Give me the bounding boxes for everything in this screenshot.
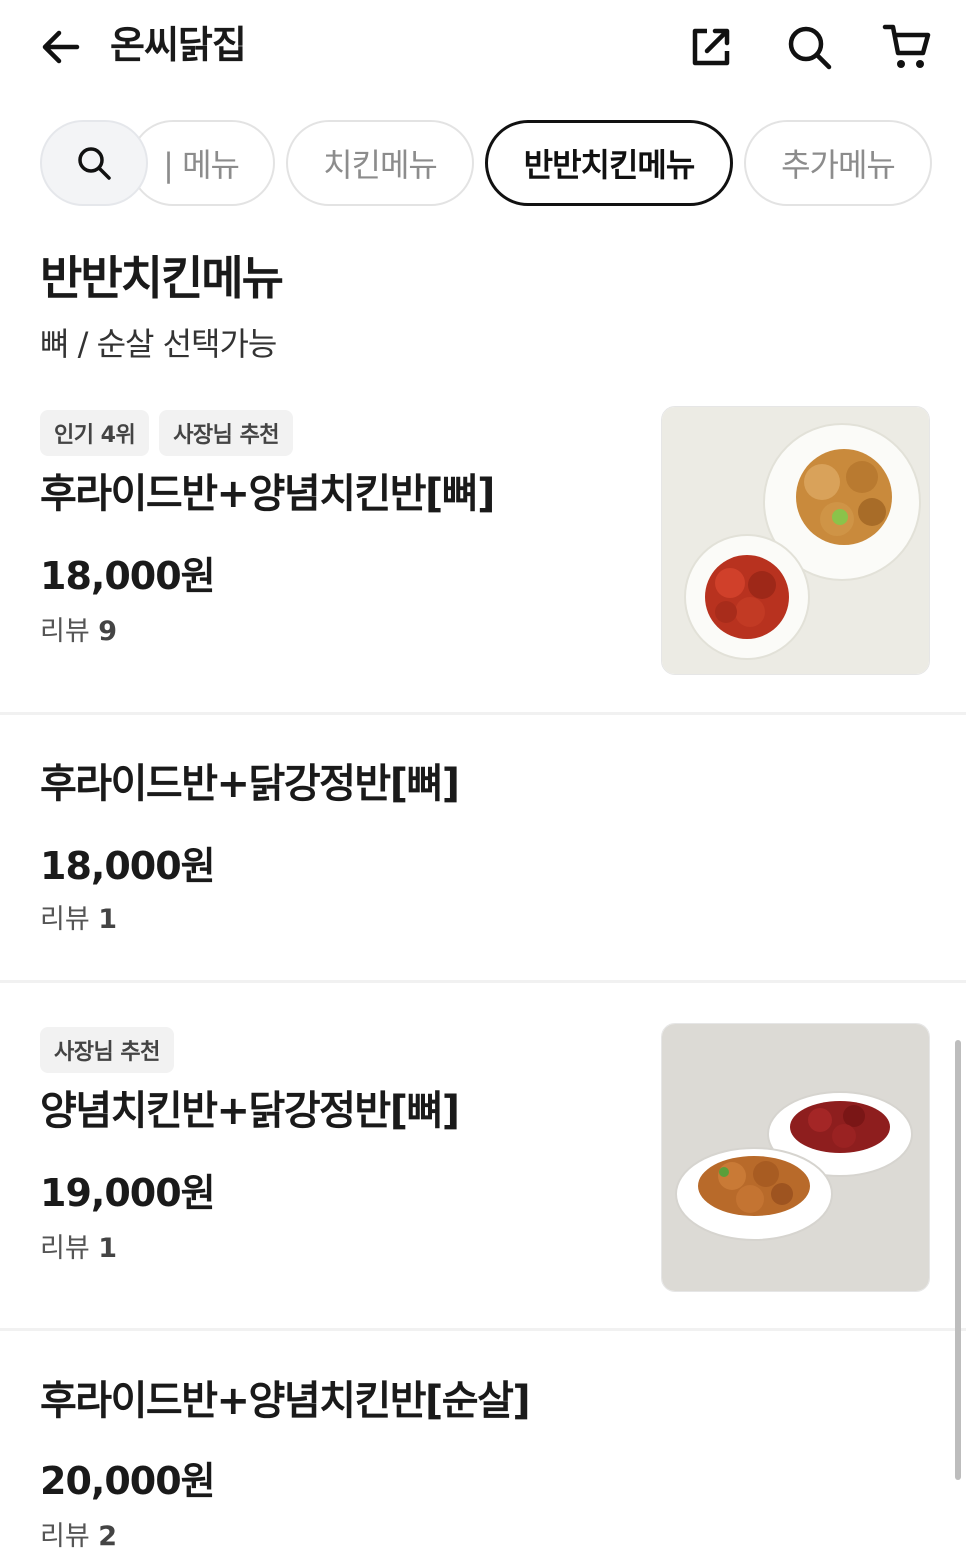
menu-item-photo bbox=[661, 406, 930, 675]
search-icon bbox=[788, 26, 832, 70]
menu-item[interactable]: 사장님 추천 양념치킨반+닭강정반[뼈] 19,000원 리뷰 1 bbox=[0, 983, 966, 1328]
cart-icon bbox=[882, 24, 931, 68]
menu-item-review: 리뷰 2 bbox=[40, 1517, 117, 1557]
review-label: 리뷰 bbox=[40, 1233, 90, 1264]
menu-item-name: 후라이드반+양념치킨반[뼈] bbox=[40, 471, 495, 517]
menu-item-review: 리뷰 1 bbox=[40, 1229, 117, 1269]
review-count: 2 bbox=[98, 1521, 118, 1552]
section-description: 뼈 / 순살 선택가능 bbox=[40, 325, 277, 363]
chip-chicken-menu[interactable]: 치킨메뉴 bbox=[286, 120, 474, 206]
menu-item[interactable]: 후라이드반+양념치킨반[순살] 20,000원 리뷰 2 bbox=[0, 1331, 966, 1563]
search-icon bbox=[78, 147, 111, 180]
menu-item-name: 양념치킨반+닭강정반[뼈] bbox=[40, 1088, 460, 1134]
menu-item-name: 후라이드반+닭강정반[뼈] bbox=[40, 761, 460, 807]
owner-recommend-badge: 사장님 추천 bbox=[159, 410, 294, 456]
chip-menu-partial[interactable]: | 메뉴 bbox=[130, 120, 275, 206]
owner-recommend-badge: 사장님 추천 bbox=[40, 1027, 174, 1073]
menu-item-price: 18,000원 bbox=[40, 554, 216, 598]
chip-search-button[interactable] bbox=[40, 120, 148, 206]
scrollbar[interactable] bbox=[955, 1040, 961, 1480]
chip-half-half-menu[interactable]: 반반치킨메뉴 bbox=[485, 120, 733, 206]
review-count: 9 bbox=[98, 616, 118, 647]
menu-item-name: 후라이드반+양념치킨반[순살] bbox=[40, 1378, 531, 1424]
category-chip-bar: | 메뉴 치킨메뉴 반반치킨메뉴 추가메뉴 bbox=[0, 118, 966, 208]
store-title: 온씨닭집 bbox=[110, 23, 247, 67]
chip-extra-menu[interactable]: 추가메뉴 bbox=[744, 120, 932, 206]
badge-group: 인기 4위 사장님 추천 bbox=[40, 410, 294, 456]
review-label: 리뷰 bbox=[40, 1521, 90, 1552]
header-search-button[interactable] bbox=[782, 20, 836, 74]
popularity-badge: 인기 4위 bbox=[40, 410, 150, 456]
share-button[interactable] bbox=[684, 20, 738, 74]
menu-item-price: 19,000원 bbox=[40, 1171, 216, 1215]
review-count: 1 bbox=[98, 1233, 118, 1264]
menu-item[interactable]: 후라이드반+닭강정반[뼈] 18,000원 리뷰 1 bbox=[0, 714, 966, 980]
menu-item-review: 리뷰 9 bbox=[40, 612, 117, 652]
review-label: 리뷰 bbox=[40, 616, 90, 647]
cart-button[interactable] bbox=[880, 20, 934, 74]
menu-item-price: 18,000원 bbox=[40, 844, 216, 888]
back-button[interactable] bbox=[36, 22, 86, 72]
share-icon bbox=[692, 28, 730, 66]
app-header: 온씨닭집 bbox=[0, 0, 966, 92]
review-label: 리뷰 bbox=[40, 904, 90, 935]
menu-item-photo bbox=[661, 1023, 930, 1292]
back-arrow-icon bbox=[42, 30, 80, 64]
menu-item-price: 20,000원 bbox=[40, 1459, 216, 1503]
badge-group: 사장님 추천 bbox=[40, 1027, 174, 1073]
menu-item[interactable]: 인기 4위 사장님 추천 후라이드반+양념치킨반[뼈] 18,000원 리뷰 9 bbox=[0, 400, 966, 710]
review-count: 1 bbox=[98, 904, 118, 935]
section-title: 반반치킨메뉴 bbox=[40, 251, 284, 305]
menu-item-review: 리뷰 1 bbox=[40, 900, 117, 940]
